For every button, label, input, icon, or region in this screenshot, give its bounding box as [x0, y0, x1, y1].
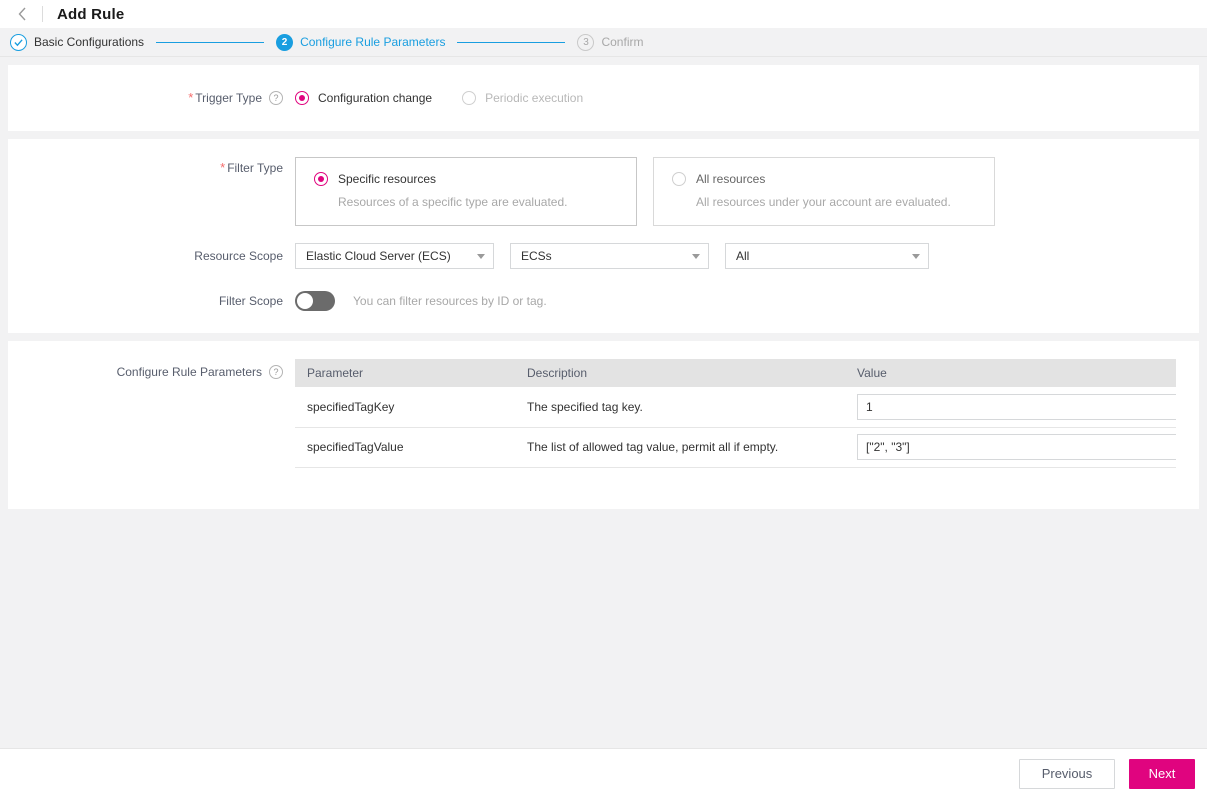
cell-parameter-value	[845, 387, 1176, 428]
resource-scope-label: Resource Scope	[194, 249, 283, 263]
trigger-type-radio-group: Configuration change Periodic execution	[295, 91, 583, 105]
select-provider[interactable]: Elastic Cloud Server (ECS)	[295, 243, 494, 269]
table-row: specifiedTagKey The specified tag key.	[295, 387, 1176, 428]
radio-periodic-execution[interactable]: Periodic execution	[462, 91, 583, 105]
parameters-table-viewport: Parameter Description Value specifiedTag…	[295, 359, 1176, 468]
page-title: Add Rule	[57, 5, 125, 23]
cell-parameter-description: The specified tag key.	[515, 387, 845, 428]
select-region-value: All	[736, 249, 750, 263]
filter-scope-toggle-knob	[297, 293, 313, 309]
option-all-resources-subtitle: All resources under your account are eva…	[696, 195, 951, 209]
header-divider	[42, 6, 43, 22]
configure-rule-parameters-label-group: Configure Rule Parameters ?	[8, 359, 295, 379]
filter-type-label-group: * Filter Type	[8, 157, 295, 175]
chevron-down-icon	[477, 253, 485, 259]
required-star: *	[188, 90, 194, 105]
table-row: specifiedTagValue The list of allowed ta…	[295, 427, 1176, 468]
trigger-type-card: * Trigger Type ? Configuration change Per…	[8, 65, 1199, 131]
step-connector-1	[156, 41, 265, 43]
next-button[interactable]: Next	[1129, 758, 1195, 789]
configure-rule-parameters-help-circle-icon[interactable]: ?	[269, 365, 283, 379]
column-header-value: Value	[845, 359, 1176, 387]
radio-periodic-execution-label: Periodic execution	[485, 91, 584, 105]
resource-scope-selects: Elastic Cloud Server (ECS) ECSs All	[295, 243, 929, 269]
step-2-number: 2	[276, 33, 294, 51]
option-all-resources-title: All resources	[696, 172, 766, 186]
step-confirm[interactable]: 3 Confirm	[577, 33, 644, 51]
table-header-row: Parameter Description Value	[295, 359, 1176, 387]
cell-parameter-description: The list of allowed tag value, permit al…	[515, 427, 845, 468]
radio-configuration-change-label: Configuration change	[318, 91, 433, 105]
chevron-down-icon	[912, 253, 920, 259]
step-progress-bar: Basic Configurations 2 Configure Rule Pa…	[0, 28, 1207, 57]
rule-parameters-card: Configure Rule Parameters ? Parameter De…	[8, 341, 1199, 509]
option-card-all-resources[interactable]: All resources All resources under your a…	[653, 157, 995, 226]
resource-scope-row: Resource Scope Elastic Cloud Server (ECS…	[8, 226, 1199, 269]
step-configure-rule-parameters[interactable]: 2 Configure Rule Parameters	[276, 33, 446, 51]
filter-scope-label: Filter Scope	[218, 294, 283, 308]
cell-parameter-name: specifiedTagValue	[295, 427, 515, 468]
radio-specific-resources-indicator	[314, 172, 328, 186]
column-header-parameter: Parameter	[295, 359, 515, 387]
previous-button[interactable]: Previous	[1019, 758, 1115, 789]
step-2-label: Configure Rule Parameters	[300, 35, 446, 49]
trigger-type-help-circle-icon[interactable]: ?	[269, 91, 283, 105]
cell-parameter-name: specifiedTagKey	[295, 387, 515, 428]
step-3-number: 3	[577, 33, 595, 51]
filter-scope-hint: You can filter resources by ID or tag.	[353, 294, 547, 308]
select-resource-type-value: ECSs	[521, 249, 552, 263]
radio-configuration-change[interactable]: Configuration change	[295, 91, 432, 105]
required-star: *	[220, 160, 226, 175]
input-specified-tag-key[interactable]	[857, 393, 1176, 420]
step-connector-2	[457, 41, 566, 43]
configure-rule-parameters-row: Configure Rule Parameters ? Parameter De…	[8, 359, 1199, 468]
filter-scope-toggle[interactable]	[295, 291, 335, 311]
column-header-description: Description	[515, 359, 845, 387]
filter-type-option-cards: Specific resources Resources of a specif…	[295, 157, 995, 226]
option-specific-resources-title: Specific resources	[338, 172, 437, 186]
filter-configuration-card: * Filter Type Specific resources Resource…	[8, 139, 1199, 333]
step-1-check-icon	[10, 33, 27, 51]
filter-scope-row: Filter Scope You can filter resources by…	[8, 269, 1199, 311]
trigger-type-label-group: * Trigger Type ?	[8, 91, 295, 105]
input-specified-tag-value[interactable]	[857, 434, 1176, 460]
page-header: Add Rule	[0, 0, 1207, 28]
wizard-footer: Previous Next	[0, 748, 1207, 798]
step-1-label: Basic Configurations	[34, 35, 145, 49]
select-region[interactable]: All	[725, 243, 929, 269]
option-card-specific-resources[interactable]: Specific resources Resources of a specif…	[295, 157, 637, 226]
step-3-label: Confirm	[601, 35, 644, 49]
select-provider-value: Elastic Cloud Server (ECS)	[306, 249, 451, 263]
radio-periodic-execution-indicator	[462, 91, 477, 105]
cell-parameter-value	[845, 427, 1176, 468]
filter-type-row: * Filter Type Specific resources Resource…	[8, 139, 1199, 226]
filter-type-label: Filter Type	[227, 161, 283, 175]
parameters-table: Parameter Description Value specifiedTag…	[295, 359, 1176, 468]
step-basic-configurations[interactable]: Basic Configurations	[10, 33, 145, 51]
radio-configuration-change-indicator	[295, 91, 309, 105]
chevron-down-icon	[692, 253, 700, 259]
configure-rule-parameters-label: Configure Rule Parameters	[116, 365, 262, 379]
radio-all-resources-indicator	[672, 172, 686, 186]
trigger-type-label: Trigger Type	[195, 91, 262, 105]
select-resource-type[interactable]: ECSs	[510, 243, 709, 269]
back-chevron-left-icon[interactable]	[14, 6, 30, 22]
option-specific-resources-subtitle: Resources of a specific type are evaluat…	[338, 195, 568, 209]
